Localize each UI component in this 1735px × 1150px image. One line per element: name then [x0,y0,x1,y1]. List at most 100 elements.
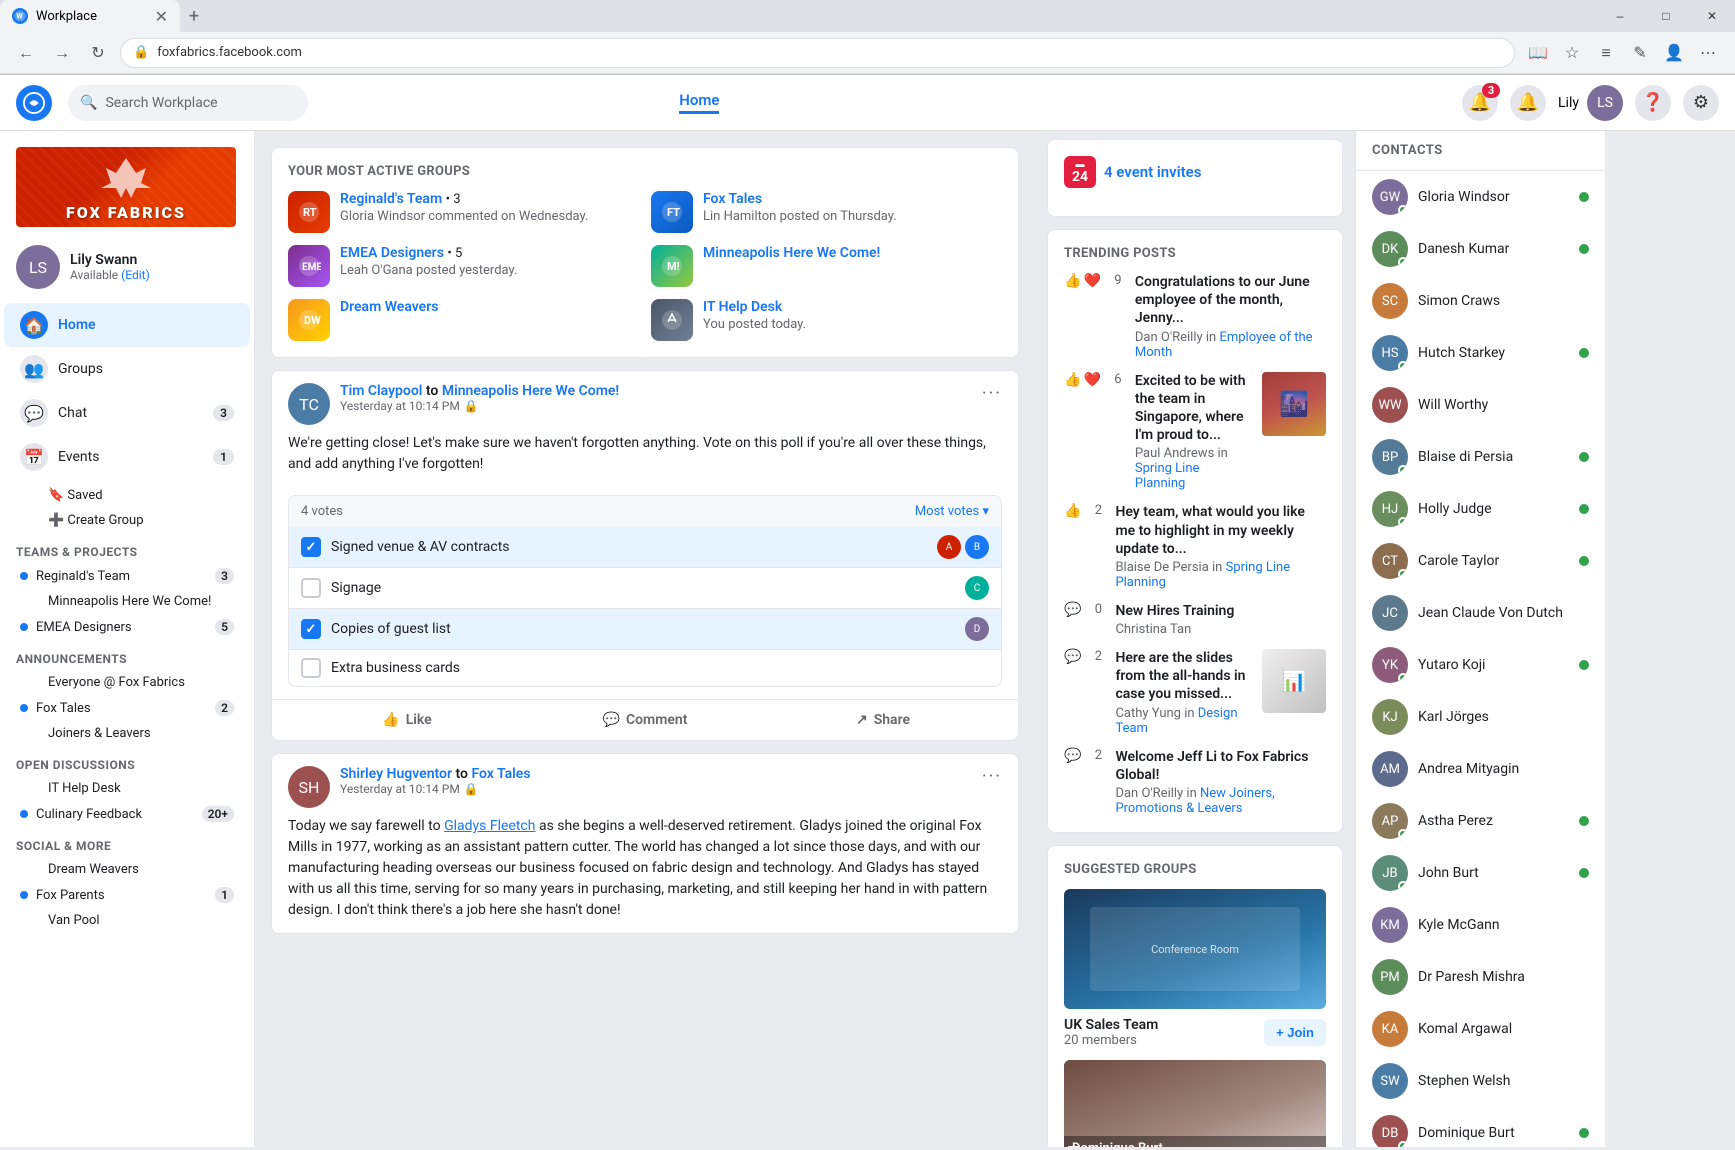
share-button-1[interactable]: ↗ Share [764,704,1002,736]
user-menu[interactable]: Lily LS [1558,85,1623,121]
more-button[interactable]: ⋯ [1693,38,1723,68]
trending-item-2[interactable]: 👍 ❤️ 6 Excited to be with the team in Si… [1064,372,1326,492]
sidebar-item-groups[interactable]: 👥 Groups [4,347,250,391]
contact-item[interactable]: GWGloria Windsor [1356,171,1605,223]
contact-item[interactable]: KMKyle McGann [1356,899,1605,951]
edit-button[interactable]: ✎ [1625,38,1655,68]
sidebar-minneapolis[interactable]: Minneapolis Here We Come! [4,589,250,614]
trending-item-6[interactable]: 💬 2 Welcome Jeff Li to Fox Fabrics Globa… [1064,748,1326,816]
group-item-it-help[interactable]: IT Help Desk You posted today. [651,299,1002,341]
events-title[interactable]: 4 event invites [1104,163,1201,181]
like-button-1[interactable]: 👍 Like [288,704,526,736]
contact-item[interactable]: SWStephen Welsh [1356,1055,1605,1107]
contact-item[interactable]: KJKarl Jörges [1356,691,1605,743]
nav-home[interactable]: Home [679,91,719,114]
contact-item[interactable]: AMAndrea Mityagin [1356,743,1605,795]
contact-item[interactable]: CTCarole Taylor [1356,535,1605,587]
poll-checkbox-1 [301,537,321,557]
tab-close-button[interactable]: ✕ [155,7,168,26]
address-bar[interactable]: 🔒 foxfabrics.facebook.com [120,38,1515,68]
settings-button[interactable]: ⚙ [1683,85,1719,121]
edit-status-link[interactable]: (Edit) [121,268,150,282]
collections-button[interactable]: ≡ [1591,38,1621,68]
post-options-button-2[interactable]: ··· [982,766,1002,787]
post-group-link-2[interactable]: Fox Tales [471,766,530,782]
poll-sort[interactable]: Most votes ▾ [915,504,989,519]
sidebar-item-chat[interactable]: 💬 Chat 3 [4,391,250,435]
trending-group-link-1[interactable]: Employee of the Month [1135,330,1313,360]
poll-option-3[interactable]: Copies of guest list D [289,609,1001,650]
post-time-1: Yesterday at 10:14 PM 🔒 [340,399,972,413]
back-button[interactable]: ← [12,39,40,67]
poll-option-2[interactable]: Signage C [289,568,1001,609]
trending-group-link-6[interactable]: New Joiners, Promotions & Leavers [1115,786,1274,816]
contact-item[interactable]: HJHolly Judge [1356,483,1605,535]
contact-item[interactable]: HSHutch Starkey [1356,327,1605,379]
sidebar-emea-designers[interactable]: EMEA Designers 5 [4,614,250,640]
group-item-minneapolis[interactable]: M! Minneapolis Here We Come! [651,245,1002,287]
contact-item[interactable]: SCSimon Craws [1356,275,1605,327]
close-button[interactable]: ✕ [1689,0,1735,32]
trending-group-link-5[interactable]: Design Team [1115,706,1237,736]
comment-button-1[interactable]: 💬 Comment [526,704,764,736]
join-group-button[interactable]: + Join [1264,1019,1326,1046]
trending-group-link-2[interactable]: Spring Line Planning [1135,461,1200,491]
reader-view-button[interactable]: 📖 [1523,38,1553,68]
sidebar-saved[interactable]: 🔖 Saved [4,483,250,508]
sidebar-reginald-team[interactable]: Reginald's Team 3 [4,563,250,589]
share-label: Share [874,712,910,728]
contact-item[interactable]: KAKomal Argawal [1356,1003,1605,1055]
contact-item[interactable]: JCJean Claude Von Dutch [1356,587,1605,639]
sidebar-item-home[interactable]: 🏠 Home [4,303,250,347]
poll-option-1[interactable]: Signed venue & AV contracts A B [289,527,1001,568]
contact-item[interactable]: DKDanesh Kumar [1356,223,1605,275]
sidebar-everyone[interactable]: Everyone @ Fox Fabrics [4,670,250,695]
group-item-fox-tales[interactable]: FT Fox Tales Lin Hamilton posted on Thur… [651,191,1002,233]
group-item-reginald[interactable]: RT Reginald's Team • 3 Gloria Windsor co… [288,191,639,233]
sidebar-culinary-feedback[interactable]: Culinary Feedback 20+ [4,801,250,827]
new-tab-button[interactable]: + [180,2,208,30]
sidebar-create-group[interactable]: ➕ Create Group [4,508,250,533]
trending-group-link-3[interactable]: Spring Line Planning [1115,560,1290,590]
sidebar-user-profile[interactable]: LS Lily Swann Available (Edit) [0,235,254,299]
trending-item-3[interactable]: 👍 2 Hey team, what would you like me to … [1064,503,1326,590]
poll-option-4[interactable]: Extra business cards [289,650,1001,686]
alerts-button[interactable]: 🔔 [1510,85,1546,121]
trending-item-1[interactable]: 👍 ❤️ 9 Congratulations to our June emplo… [1064,273,1326,360]
bookmark-button[interactable]: ☆ [1557,38,1587,68]
post-group-link-1[interactable]: Minneapolis Here We Come! [442,383,619,399]
trending-item-5[interactable]: 💬 2 Here are the slides from the all-han… [1064,649,1326,736]
browser-tab[interactable]: W Workplace ✕ [0,0,180,32]
post-options-button-1[interactable]: ··· [982,383,1002,404]
group-item-emea[interactable]: EMEA EMEA Designers • 5 Leah O'Gana post… [288,245,639,287]
contact-item[interactable]: YKYutaro Koji [1356,639,1605,691]
maximize-button[interactable]: □ [1643,0,1689,32]
sidebar-van-pool[interactable]: Van Pool [4,908,250,933]
contact-item[interactable]: BPBlaise di Persia [1356,431,1605,483]
author-link-2[interactable]: Shirley Hugventor [340,766,452,782]
profile-button[interactable]: 👤 [1659,38,1689,68]
forward-button[interactable]: → [48,39,76,67]
group-item-dream-weavers[interactable]: DW Dream Weavers [288,299,639,341]
author-link-1[interactable]: Tim Claypool [340,383,422,399]
sidebar-joiners-leavers[interactable]: Joiners & Leavers [4,721,250,746]
sidebar-fox-parents[interactable]: Fox Parents 1 [4,882,250,908]
trending-item-4[interactable]: 💬 0 New Hires Training Christina Tan [1064,602,1326,637]
gladys-link[interactable]: Gladys Fleetch [444,818,535,834]
help-button[interactable]: ❓ [1635,85,1671,121]
sidebar-dream-weavers[interactable]: Dream Weavers [4,857,250,882]
notifications-button[interactable]: 🔔 3 [1462,85,1498,121]
sidebar-item-events[interactable]: 📅 Events 1 [4,435,250,479]
minimize-button[interactable]: ‒ [1597,0,1643,32]
contact-item[interactable]: APAstha Perez [1356,795,1605,847]
sidebar-fox-tales[interactable]: Fox Tales 2 [4,695,250,721]
search-bar[interactable]: 🔍 Search Workplace [68,85,308,121]
contact-item[interactable]: JBJohn Burt [1356,847,1605,899]
contact-item[interactable]: PMDr Paresh Mishra [1356,951,1605,1003]
topbar-logo[interactable] [16,85,52,121]
contact-item[interactable]: WWWill Worthy [1356,379,1605,431]
refresh-button[interactable]: ↻ [84,39,112,67]
contact-item[interactable]: DBDominique Burt [1356,1107,1605,1147]
sidebar-it-help-desk[interactable]: IT Help Desk [4,776,250,801]
company-logo[interactable]: FOX FABRICS [0,139,254,235]
